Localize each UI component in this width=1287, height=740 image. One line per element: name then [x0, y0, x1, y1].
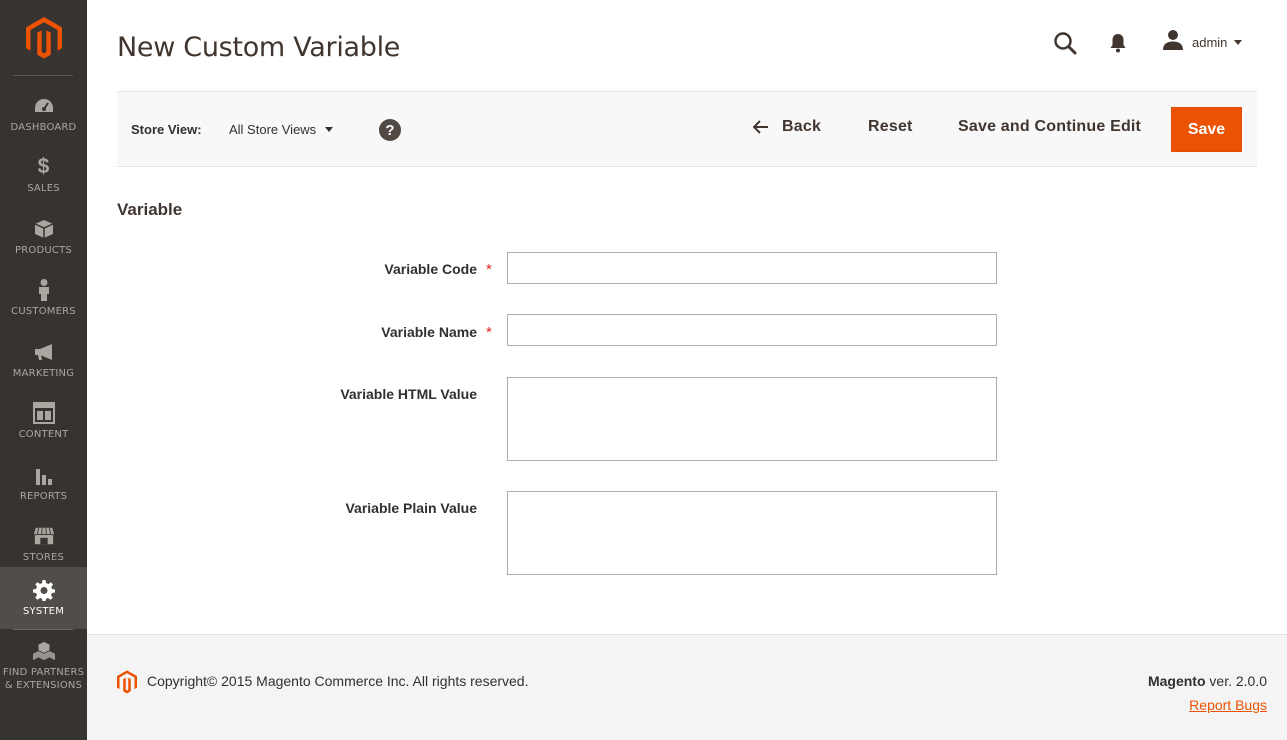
sidebar-item-label-line1: FIND PARTNERS	[2, 667, 85, 678]
sidebar-item-label: SALES	[27, 183, 60, 194]
dashboard-icon	[33, 95, 55, 117]
user-menu[interactable]: admin	[1162, 29, 1243, 55]
sidebar-item-content[interactable]: CONTENT	[0, 391, 87, 452]
sidebar-item-label-line2: & EXTENSIONS	[4, 680, 83, 691]
sidebar-divider	[13, 629, 73, 630]
admin-sidebar: DASHBOARD $ SALES PRODUCTS CUSTOMERS MAR…	[0, 0, 87, 740]
bar-chart-icon	[33, 464, 55, 486]
chevron-down-icon	[325, 127, 334, 132]
sidebar-item-label: STORES	[22, 552, 65, 563]
gear-icon	[32, 579, 55, 601]
sidebar-item-label: PRODUCTS	[15, 245, 72, 256]
page-actions-bar: Store View: All Store Views ? Back Reset…	[117, 91, 1257, 167]
variable-code-label: Variable Code	[384, 261, 477, 277]
dollar-icon: $	[37, 155, 50, 178]
magento-logo[interactable]	[0, 0, 87, 75]
cubes-icon	[32, 640, 55, 662]
sidebar-item-stores[interactable]: STORES	[0, 514, 87, 575]
sidebar-item-sales[interactable]: $ SALES	[0, 145, 87, 206]
copyright-text: Copyright© 2015 Magento Commerce Inc. Al…	[147, 673, 529, 689]
page-title: New Custom Variable	[117, 32, 401, 63]
variable-plain-value-label: Variable Plain Value	[345, 500, 477, 516]
save-button[interactable]: Save	[1171, 107, 1242, 152]
store-view-switcher[interactable]: All Store Views	[229, 122, 334, 137]
user-icon	[1162, 29, 1184, 55]
report-bugs-link[interactable]: Report Bugs	[1189, 697, 1267, 713]
brand-name: Magento	[1147, 673, 1206, 689]
version-text: Magento ver. 2.0.0	[1148, 673, 1267, 689]
search-icon[interactable]	[1053, 31, 1077, 55]
sidebar-item-label: DASHBOARD	[10, 122, 77, 133]
magento-footer-logo-icon	[117, 670, 139, 694]
sidebar-item-customers[interactable]: CUSTOMERS	[0, 268, 87, 329]
sidebar-item-system[interactable]: SYSTEM	[0, 567, 87, 629]
store-view-value: All Store Views	[229, 122, 317, 137]
storefront-icon	[33, 525, 55, 547]
back-label: Back	[782, 118, 822, 135]
box-icon	[33, 218, 55, 240]
content-layout-icon	[32, 402, 55, 424]
megaphone-icon	[33, 341, 55, 363]
chevron-down-icon	[1234, 39, 1243, 45]
variable-name-input[interactable]	[507, 314, 997, 346]
store-view-label: Store View:	[131, 122, 202, 137]
page-footer: Copyright© 2015 Magento Commerce Inc. Al…	[87, 634, 1287, 740]
logo-divider	[13, 75, 73, 76]
bell-icon[interactable]	[1108, 33, 1128, 53]
variable-plain-value-textarea[interactable]	[507, 491, 997, 575]
sidebar-item-dashboard[interactable]: DASHBOARD	[0, 84, 87, 145]
sidebar-item-products[interactable]: PRODUCTS	[0, 207, 87, 268]
sidebar-item-marketing[interactable]: MARKETING	[0, 330, 87, 391]
version-number: ver. 2.0.0	[1205, 673, 1267, 689]
save-and-continue-button[interactable]: Save and Continue Edit	[958, 118, 1141, 136]
sidebar-item-label: CUSTOMERS	[11, 306, 76, 317]
required-marker: *	[486, 324, 492, 341]
magento-logo-icon	[25, 16, 62, 59]
section-title: Variable	[117, 200, 183, 219]
sidebar-item-label: MARKETING	[12, 368, 75, 379]
arrow-left-icon	[753, 120, 769, 134]
required-marker: *	[486, 261, 492, 278]
user-name: admin	[1192, 34, 1228, 50]
variable-name-label: Variable Name	[381, 324, 477, 340]
person-icon	[33, 279, 55, 301]
sidebar-item-label: REPORTS	[19, 491, 68, 502]
back-button[interactable]: Back	[753, 118, 821, 136]
help-icon[interactable]: ?	[379, 119, 401, 141]
variable-html-value-label: Variable HTML Value	[340, 386, 477, 402]
sidebar-item-find-partners[interactable]: FIND PARTNERS & EXTENSIONS	[0, 636, 87, 696]
reset-button[interactable]: Reset	[868, 118, 913, 136]
variable-html-value-textarea[interactable]	[507, 377, 997, 461]
variable-code-input[interactable]	[507, 252, 997, 284]
sidebar-item-label: CONTENT	[18, 429, 69, 440]
sidebar-item-reports[interactable]: REPORTS	[0, 453, 87, 514]
sidebar-item-label: SYSTEM	[22, 605, 65, 617]
